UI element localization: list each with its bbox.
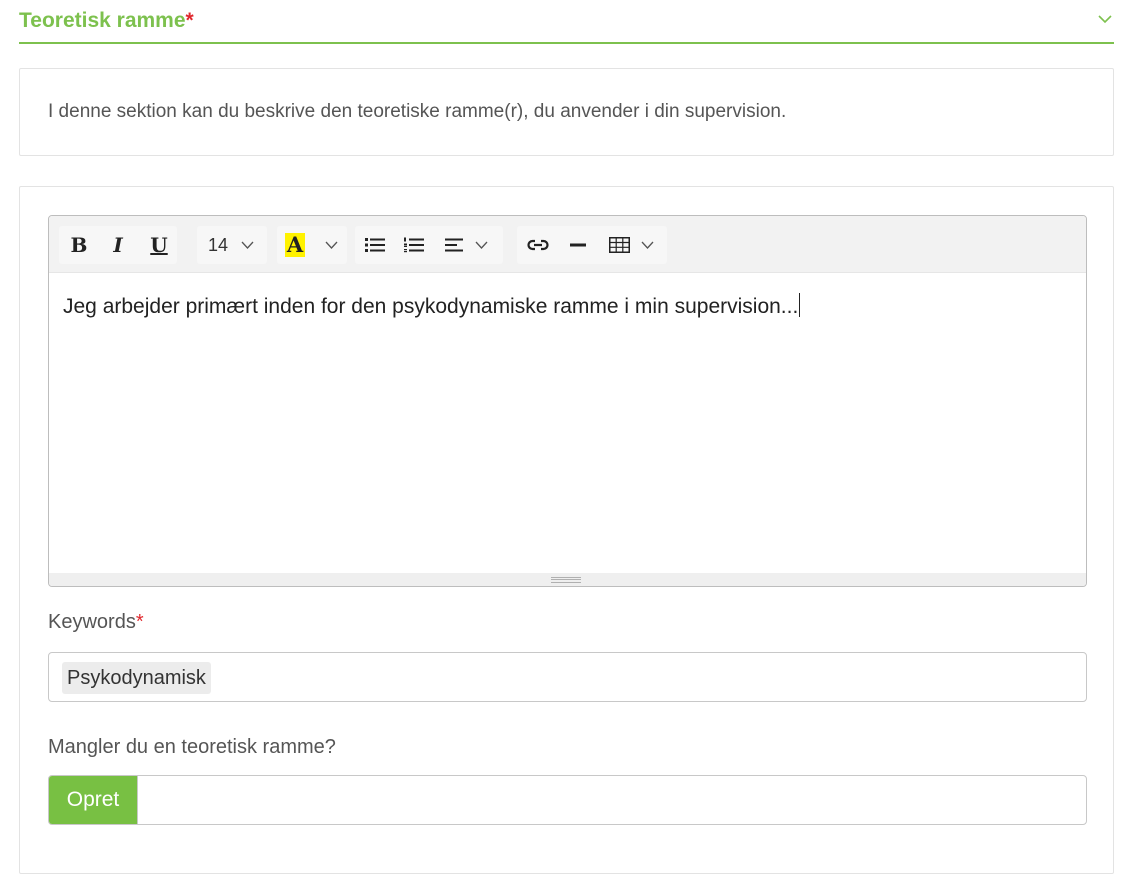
font-size-value: 14 <box>207 234 229 255</box>
numbered-list-icon[interactable] <box>397 226 431 264</box>
section-title: Teoretisk ramme* <box>19 9 194 32</box>
table-icon[interactable] <box>602 226 636 264</box>
underline-button[interactable]: U <box>142 226 176 264</box>
bullet-list-icon[interactable] <box>358 226 392 264</box>
format-group: B I U <box>59 226 177 264</box>
resize-handle-icon[interactable] <box>551 577 581 583</box>
keywords-input[interactable]: Psykodynamisk <box>48 652 1087 702</box>
info-card: I denne sektion kan du beskrive den teor… <box>19 68 1114 156</box>
rich-text-editor[interactable]: B I U 14 A Jeg arbejder primært inden fo… <box>48 215 1087 587</box>
create-button[interactable]: Opret <box>49 776 138 824</box>
chevron-down-icon[interactable] <box>1098 14 1112 24</box>
keyword-tag[interactable]: Psykodynamisk <box>62 662 211 694</box>
italic-button[interactable]: I <box>101 226 135 264</box>
required-star: * <box>185 9 194 32</box>
missing-frame-label: Mangler du en teoretisk ramme? <box>48 736 336 758</box>
text-caret <box>799 293 801 317</box>
editor-resize-bar[interactable] <box>49 573 1086 586</box>
bold-button[interactable]: B <box>62 226 96 264</box>
keywords-label: Keywords* <box>48 611 144 633</box>
insert-group <box>517 226 667 264</box>
horizontal-rule-icon[interactable] <box>561 226 595 264</box>
editor-content-area[interactable]: Jeg arbejder primært inden for den psyko… <box>49 273 1086 573</box>
chevron-down-icon <box>237 226 257 264</box>
font-size-dropdown[interactable]: 14 <box>197 226 267 264</box>
chevron-down-icon[interactable] <box>471 226 491 264</box>
info-text: I denne sektion kan du beskrive den teor… <box>48 101 787 122</box>
main-card: B I U 14 A Jeg arbejder primært inden fo… <box>19 186 1114 874</box>
link-icon[interactable] <box>521 226 555 264</box>
chevron-down-icon <box>321 226 341 264</box>
editor-toolbar: B I U 14 A <box>49 216 1086 273</box>
align-icon[interactable] <box>437 226 471 264</box>
editor-content-text[interactable]: Jeg arbejder primært inden for den psyko… <box>63 293 801 319</box>
highlight-dropdown[interactable]: A <box>277 226 347 264</box>
highlight-icon[interactable]: A <box>281 226 309 264</box>
create-frame-group: Opret <box>48 775 1087 825</box>
chevron-down-icon[interactable] <box>637 226 657 264</box>
list-align-group <box>355 226 503 264</box>
required-star: * <box>135 611 144 633</box>
section-header[interactable]: Teoretisk ramme* <box>19 0 1114 44</box>
